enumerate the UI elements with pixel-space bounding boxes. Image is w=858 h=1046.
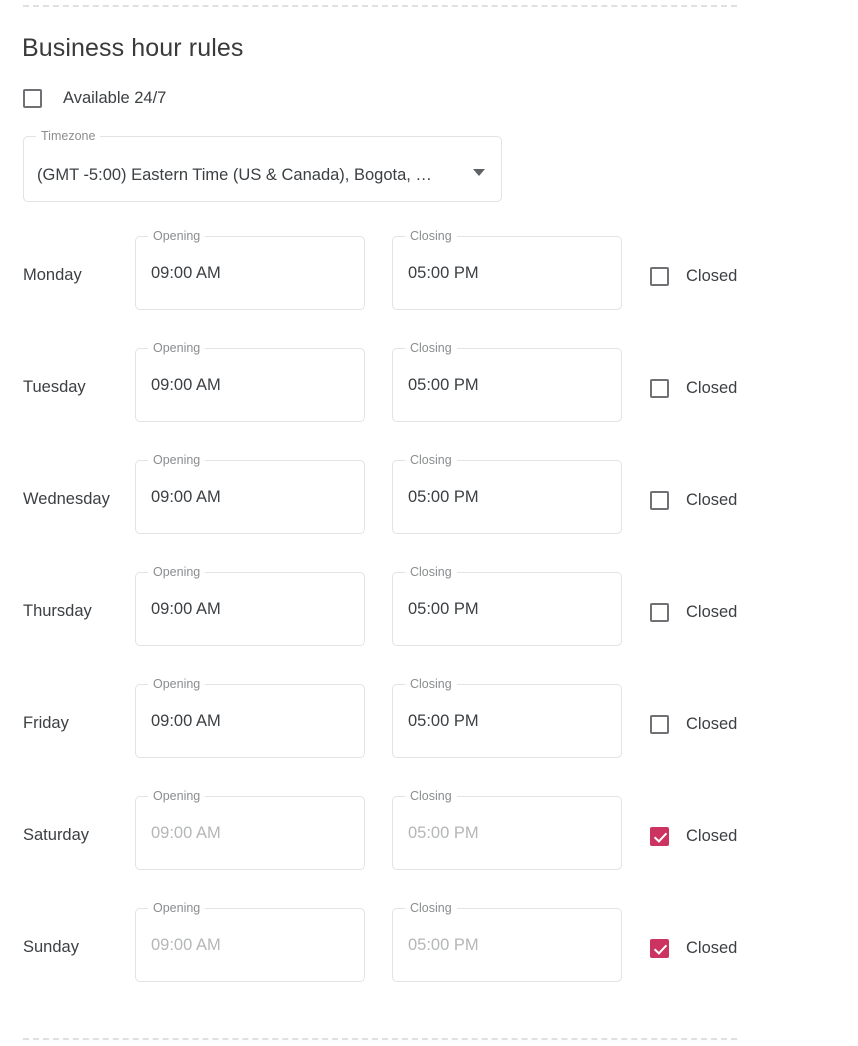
opening-legend: Opening xyxy=(148,565,206,580)
day-label: Friday xyxy=(23,714,69,732)
available-247-label: Available 24/7 xyxy=(63,89,167,107)
closing-time-value: 05:00 PM xyxy=(408,824,479,842)
day-row: Wednesday Opening 09:00 AM Closing 05:00 PM C… xyxy=(0,448,858,560)
closing-legend: Closing xyxy=(405,677,457,692)
opening-time-input[interactable]: Opening 09:00 AM xyxy=(135,901,365,982)
opening-legend: Opening xyxy=(148,229,206,244)
opening-time-input[interactable]: Opening 09:00 AM xyxy=(135,453,365,534)
closed-checkbox[interactable] xyxy=(650,602,669,622)
closed-checkbox-row[interactable]: Closed xyxy=(650,938,737,958)
closed-checkbox-row[interactable]: Closed xyxy=(650,602,737,622)
closed-label: Closed xyxy=(686,939,738,957)
opening-time-input[interactable]: Opening 09:00 AM xyxy=(135,677,365,758)
closing-time-input[interactable]: Closing 05:00 PM xyxy=(392,341,622,422)
opening-time-value: 09:00 AM xyxy=(151,712,221,730)
closing-time-value: 05:00 PM xyxy=(408,264,479,282)
opening-time-input[interactable]: Opening 09:00 AM xyxy=(135,341,365,422)
closing-time-value: 05:00 PM xyxy=(408,376,479,394)
day-row: Sunday Opening 09:00 AM Closing 05:00 PM Clos… xyxy=(0,896,858,1008)
closed-label: Closed xyxy=(686,491,738,509)
section-divider-bottom xyxy=(23,1038,737,1040)
opening-legend: Opening xyxy=(148,341,206,356)
closing-time-value: 05:00 PM xyxy=(408,488,479,506)
closed-label: Closed xyxy=(686,715,738,733)
closing-legend: Closing xyxy=(405,453,457,468)
closed-checkbox[interactable] xyxy=(650,378,669,398)
closing-time-input[interactable]: Closing 05:00 PM xyxy=(392,789,622,870)
page-title: Business hour rules xyxy=(22,34,244,62)
closed-checkbox-row[interactable]: Closed xyxy=(650,826,737,846)
day-label: Saturday xyxy=(23,826,90,844)
opening-legend: Opening xyxy=(148,677,206,692)
opening-time-value: 09:00 AM xyxy=(151,936,221,954)
opening-legend: Opening xyxy=(148,901,206,916)
closed-checkbox-row[interactable]: Closed xyxy=(650,378,737,398)
closing-time-input[interactable]: Closing 05:00 PM xyxy=(392,453,622,534)
closed-checkbox-row[interactable]: Closed xyxy=(650,490,737,510)
closing-time-input[interactable]: Closing 05:00 PM xyxy=(392,677,622,758)
opening-legend: Opening xyxy=(148,453,206,468)
opening-time-value: 09:00 AM xyxy=(151,600,221,618)
day-row: Saturday Opening 09:00 AM Closing 05:00 PM Cl… xyxy=(0,784,858,896)
opening-legend: Opening xyxy=(148,789,206,804)
closing-time-value: 05:00 PM xyxy=(408,712,479,730)
opening-time-value: 09:00 AM xyxy=(151,264,221,282)
available-247-checkbox-row[interactable]: Available 24/7 xyxy=(23,88,166,108)
closed-checkbox-row[interactable]: Closed xyxy=(650,714,737,734)
chevron-down-icon[interactable] xyxy=(473,169,485,176)
closed-checkbox[interactable] xyxy=(650,490,669,510)
closing-legend: Closing xyxy=(405,565,457,580)
timezone-select[interactable]: Timezone (GMT -5:00) Eastern Time (US & … xyxy=(23,129,502,202)
closed-checkbox[interactable] xyxy=(650,714,669,734)
closing-legend: Closing xyxy=(405,901,457,916)
closed-label: Closed xyxy=(686,379,738,397)
opening-time-value: 09:00 AM xyxy=(151,488,221,506)
closing-legend: Closing xyxy=(405,789,457,804)
closed-checkbox[interactable] xyxy=(650,938,669,958)
closing-time-value: 05:00 PM xyxy=(408,600,479,618)
closing-time-input[interactable]: Closing 05:00 PM xyxy=(392,565,622,646)
closing-legend: Closing xyxy=(405,229,457,244)
closing-time-input[interactable]: Closing 05:00 PM xyxy=(392,901,622,982)
section-divider-top xyxy=(23,5,737,7)
available-247-checkbox[interactable] xyxy=(23,88,42,108)
day-label: Wednesday xyxy=(23,490,110,508)
closed-checkbox-row[interactable]: Closed xyxy=(650,266,737,286)
day-row: Tuesday Opening 09:00 AM Closing 05:00 PM Clo… xyxy=(0,336,858,448)
closing-time-value: 05:00 PM xyxy=(408,936,479,954)
closing-time-input[interactable]: Closing 05:00 PM xyxy=(392,229,622,310)
closed-checkbox[interactable] xyxy=(650,826,669,846)
day-label: Thursday xyxy=(23,602,92,620)
closed-label: Closed xyxy=(686,827,738,845)
closed-label: Closed xyxy=(686,267,738,285)
day-label: Monday xyxy=(23,266,82,284)
opening-time-input[interactable]: Opening 09:00 AM xyxy=(135,565,365,646)
opening-time-value: 09:00 AM xyxy=(151,376,221,394)
closed-label: Closed xyxy=(686,603,738,621)
timezone-value: (GMT -5:00) Eastern Time (US & Canada), … xyxy=(37,166,432,184)
day-row: Thursday Opening 09:00 AM Closing 05:00 PM Cl… xyxy=(0,560,858,672)
opening-time-input[interactable]: Opening 09:00 AM xyxy=(135,229,365,310)
day-label: Tuesday xyxy=(23,378,86,396)
timezone-legend: Timezone xyxy=(36,129,101,144)
closing-legend: Closing xyxy=(405,341,457,356)
opening-time-value: 09:00 AM xyxy=(151,824,221,842)
day-label: Sunday xyxy=(23,938,79,956)
closed-checkbox[interactable] xyxy=(650,266,669,286)
opening-time-input[interactable]: Opening 09:00 AM xyxy=(135,789,365,870)
day-row: Friday Opening 09:00 AM Closing 05:00 PM Clos… xyxy=(0,672,858,784)
day-row: Monday Opening 09:00 AM Closing 05:00 PM Clos… xyxy=(0,224,858,336)
